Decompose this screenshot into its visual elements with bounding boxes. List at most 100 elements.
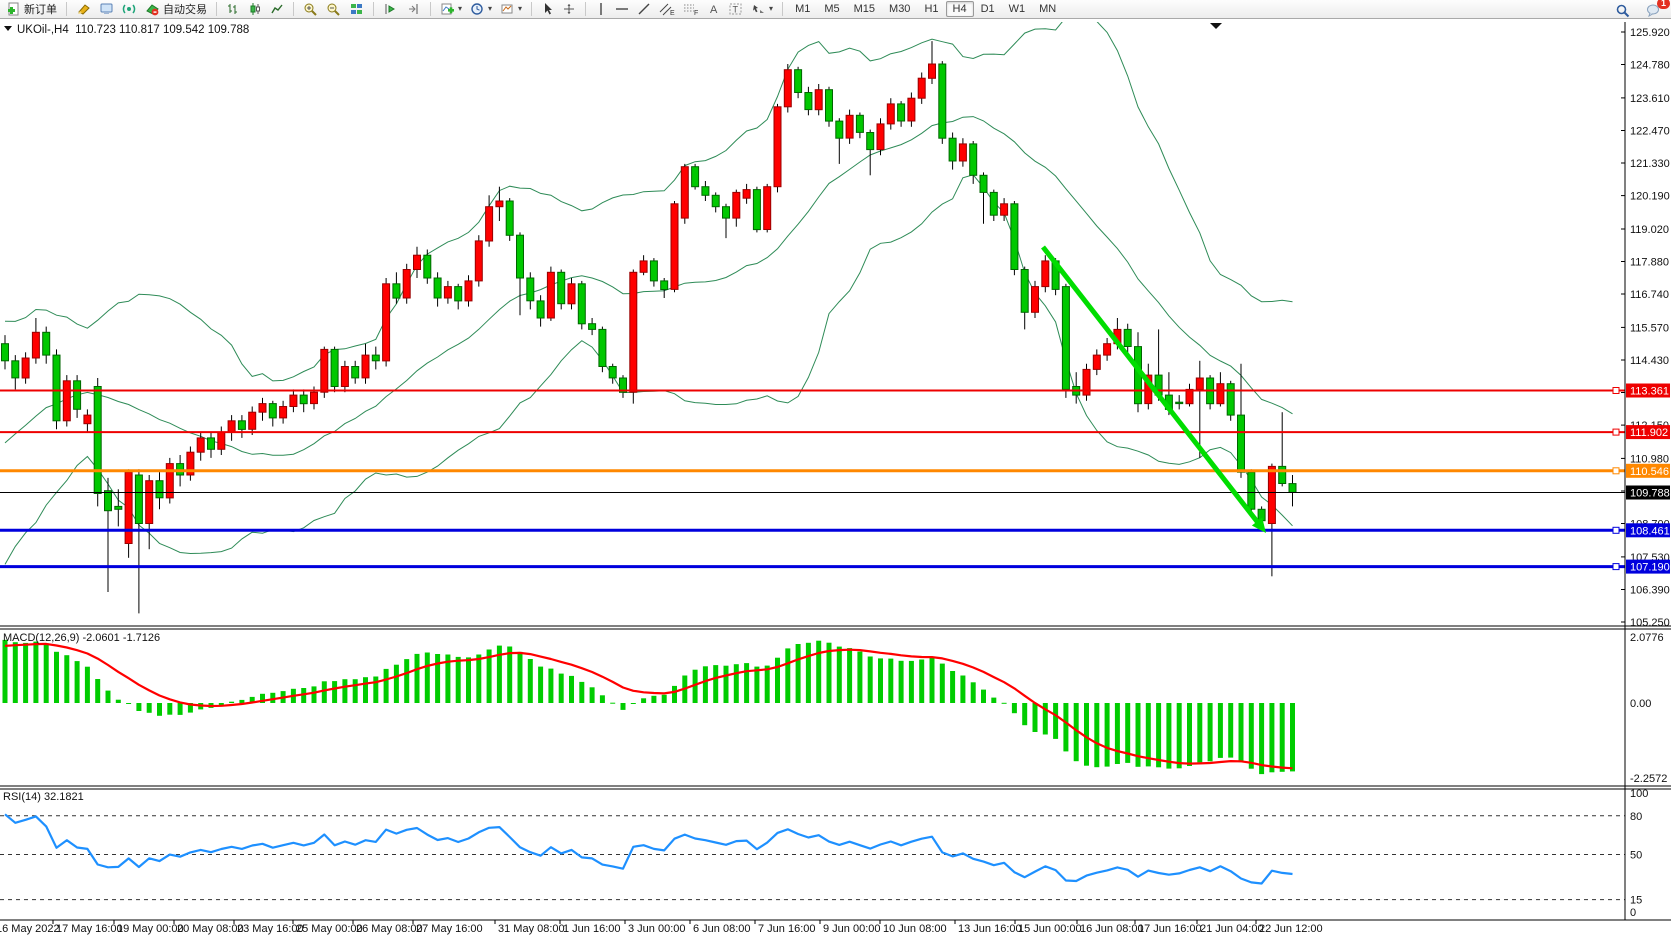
timeframe-m1[interactable]: M1 — [788, 1, 817, 17]
crosshair-icon — [562, 2, 576, 16]
svg-text:20 May 08:00: 20 May 08:00 — [177, 923, 244, 935]
indicators-button[interactable]: ▾ — [436, 0, 466, 18]
text-label-button[interactable]: T — [724, 0, 747, 18]
terminal-icon — [99, 2, 114, 16]
svg-text:122.470: 122.470 — [1630, 126, 1670, 138]
timeframe-m30[interactable]: M30 — [882, 1, 917, 17]
price-badge-111.902: 111.902 — [1626, 425, 1670, 439]
timeframe-group: M1M5M15M30H1H4D1W1MN — [785, 0, 1066, 18]
price-badge-110.546: 110.546 — [1626, 464, 1670, 478]
auto-scroll-icon — [383, 2, 398, 16]
current-price-badge: 109.788 — [1626, 486, 1670, 500]
svg-text:26 May 08:00: 26 May 08:00 — [356, 923, 423, 935]
periods-button[interactable]: ▾ — [466, 0, 496, 18]
svg-text:120.190: 120.190 — [1630, 191, 1670, 203]
svg-text:123.610: 123.610 — [1630, 93, 1670, 105]
svg-text:15 Jun 00:00: 15 Jun 00:00 — [1018, 923, 1082, 935]
separator — [531, 2, 532, 16]
zoom-in-button[interactable] — [299, 0, 322, 18]
zoom-out-button[interactable] — [322, 0, 345, 18]
trend-line-icon — [637, 2, 651, 16]
separator — [585, 2, 586, 16]
macd-label: MACD(12,26,9) -2.0601 -1.7126 — [3, 632, 160, 644]
svg-text:F: F — [694, 10, 698, 16]
svg-text:110.980: 110.980 — [1630, 453, 1669, 465]
svg-text:6 Jun 08:00: 6 Jun 08:00 — [693, 923, 751, 935]
horizontal-line-button[interactable] — [611, 0, 633, 18]
chart-title: UKOil-,H4 110.723 110.817 109.542 109.78… — [17, 24, 249, 36]
svg-text:17 May 16:00: 17 May 16:00 — [56, 923, 123, 935]
svg-text:E: E — [670, 10, 675, 16]
autotrade-label: 自动交易 — [163, 1, 207, 17]
vertical-line-icon — [595, 2, 607, 16]
price-badge-108.461: 108.461 — [1626, 523, 1670, 537]
signals-icon — [122, 2, 137, 16]
autotrade-button[interactable]: 自动交易 — [141, 0, 211, 18]
timeframe-d1[interactable]: D1 — [974, 1, 1002, 17]
svg-text:50: 50 — [1630, 850, 1642, 862]
templates-button[interactable]: ▾ — [496, 0, 526, 18]
chart-area[interactable]: UKOil-,H4 110.723 110.817 109.542 109.78… — [0, 0, 1671, 937]
search-button[interactable] — [1611, 1, 1634, 19]
svg-text:15: 15 — [1630, 895, 1642, 907]
svg-text:31 May 08:00: 31 May 08:00 — [498, 923, 565, 935]
svg-text:0.00: 0.00 — [1630, 698, 1651, 710]
search-icon — [1615, 3, 1630, 18]
svg-text:16 May 2022: 16 May 2022 — [0, 923, 60, 935]
price-badge-113.361: 113.361 — [1626, 384, 1670, 398]
candle-chart-button[interactable] — [244, 0, 266, 18]
timeframe-h1[interactable]: H1 — [917, 1, 945, 17]
arrows-caret: ▾ — [769, 5, 773, 13]
separator — [216, 2, 217, 16]
svg-text:13 Jun 16:00: 13 Jun 16:00 — [958, 923, 1022, 935]
trend-line-button[interactable] — [633, 0, 655, 18]
line-chart-button[interactable] — [266, 0, 288, 18]
svg-text:A: A — [710, 4, 718, 16]
auto-scroll-button[interactable] — [379, 0, 402, 18]
svg-text:16 Jun 08:00: 16 Jun 08:00 — [1080, 923, 1144, 935]
timeframe-mn[interactable]: MN — [1032, 1, 1063, 17]
bar-chart-button[interactable] — [222, 0, 244, 18]
tile-windows-button[interactable] — [345, 0, 368, 18]
rsi-label: RSI(14) 32.1821 — [3, 791, 84, 803]
indicators-icon — [440, 2, 455, 16]
svg-text:80: 80 — [1630, 811, 1642, 823]
separator — [430, 2, 431, 16]
autotrade-icon — [145, 2, 160, 16]
chat-button[interactable]: 1 — [1642, 1, 1665, 19]
svg-text:114.430: 114.430 — [1630, 355, 1669, 367]
cursor-button[interactable] — [537, 0, 558, 18]
svg-text:0: 0 — [1630, 907, 1636, 919]
marker-icon — [76, 2, 91, 16]
zoom-out-icon — [326, 2, 341, 16]
chart-shift-button[interactable] — [402, 0, 425, 18]
svg-text:1 Jun 16:00: 1 Jun 16:00 — [563, 923, 621, 935]
text-button[interactable]: A — [703, 0, 724, 18]
crosshair-button[interactable] — [558, 0, 580, 18]
vertical-line-button[interactable] — [591, 0, 611, 18]
terminal-button[interactable] — [95, 0, 118, 18]
timeframe-m5[interactable]: M5 — [817, 1, 846, 17]
equidistant-channel-icon: E — [659, 2, 675, 16]
new-order-button[interactable]: 新订单 — [3, 0, 61, 18]
timeframe-m15[interactable]: M15 — [847, 1, 882, 17]
arrows-button[interactable]: ▾ — [747, 0, 777, 18]
svg-text:10 Jun 08:00: 10 Jun 08:00 — [883, 923, 947, 935]
equidistant-channel-button[interactable]: E — [655, 0, 679, 18]
svg-text:124.780: 124.780 — [1630, 60, 1670, 72]
signals-button[interactable] — [118, 0, 141, 18]
svg-text:107.190: 107.190 — [1630, 562, 1670, 574]
timeframe-h4[interactable]: H4 — [946, 1, 974, 17]
templates-icon — [500, 2, 515, 16]
svg-text:-2.2572: -2.2572 — [1630, 773, 1667, 785]
svg-text:17 Jun 16:00: 17 Jun 16:00 — [1138, 923, 1202, 935]
fibonacci-button[interactable]: F — [679, 0, 703, 18]
horizontal-line-icon — [615, 2, 629, 16]
bar-chart-icon — [226, 2, 240, 16]
svg-text:105.250: 105.250 — [1630, 617, 1670, 629]
mt4-window: { "toolbar": { "new_order_label": "新订单",… — [0, 0, 1671, 937]
svg-text:19 May 00:00: 19 May 00:00 — [117, 923, 184, 935]
chart-shift-icon — [406, 2, 421, 16]
marker-button[interactable] — [72, 0, 95, 18]
timeframe-w1[interactable]: W1 — [1002, 1, 1033, 17]
